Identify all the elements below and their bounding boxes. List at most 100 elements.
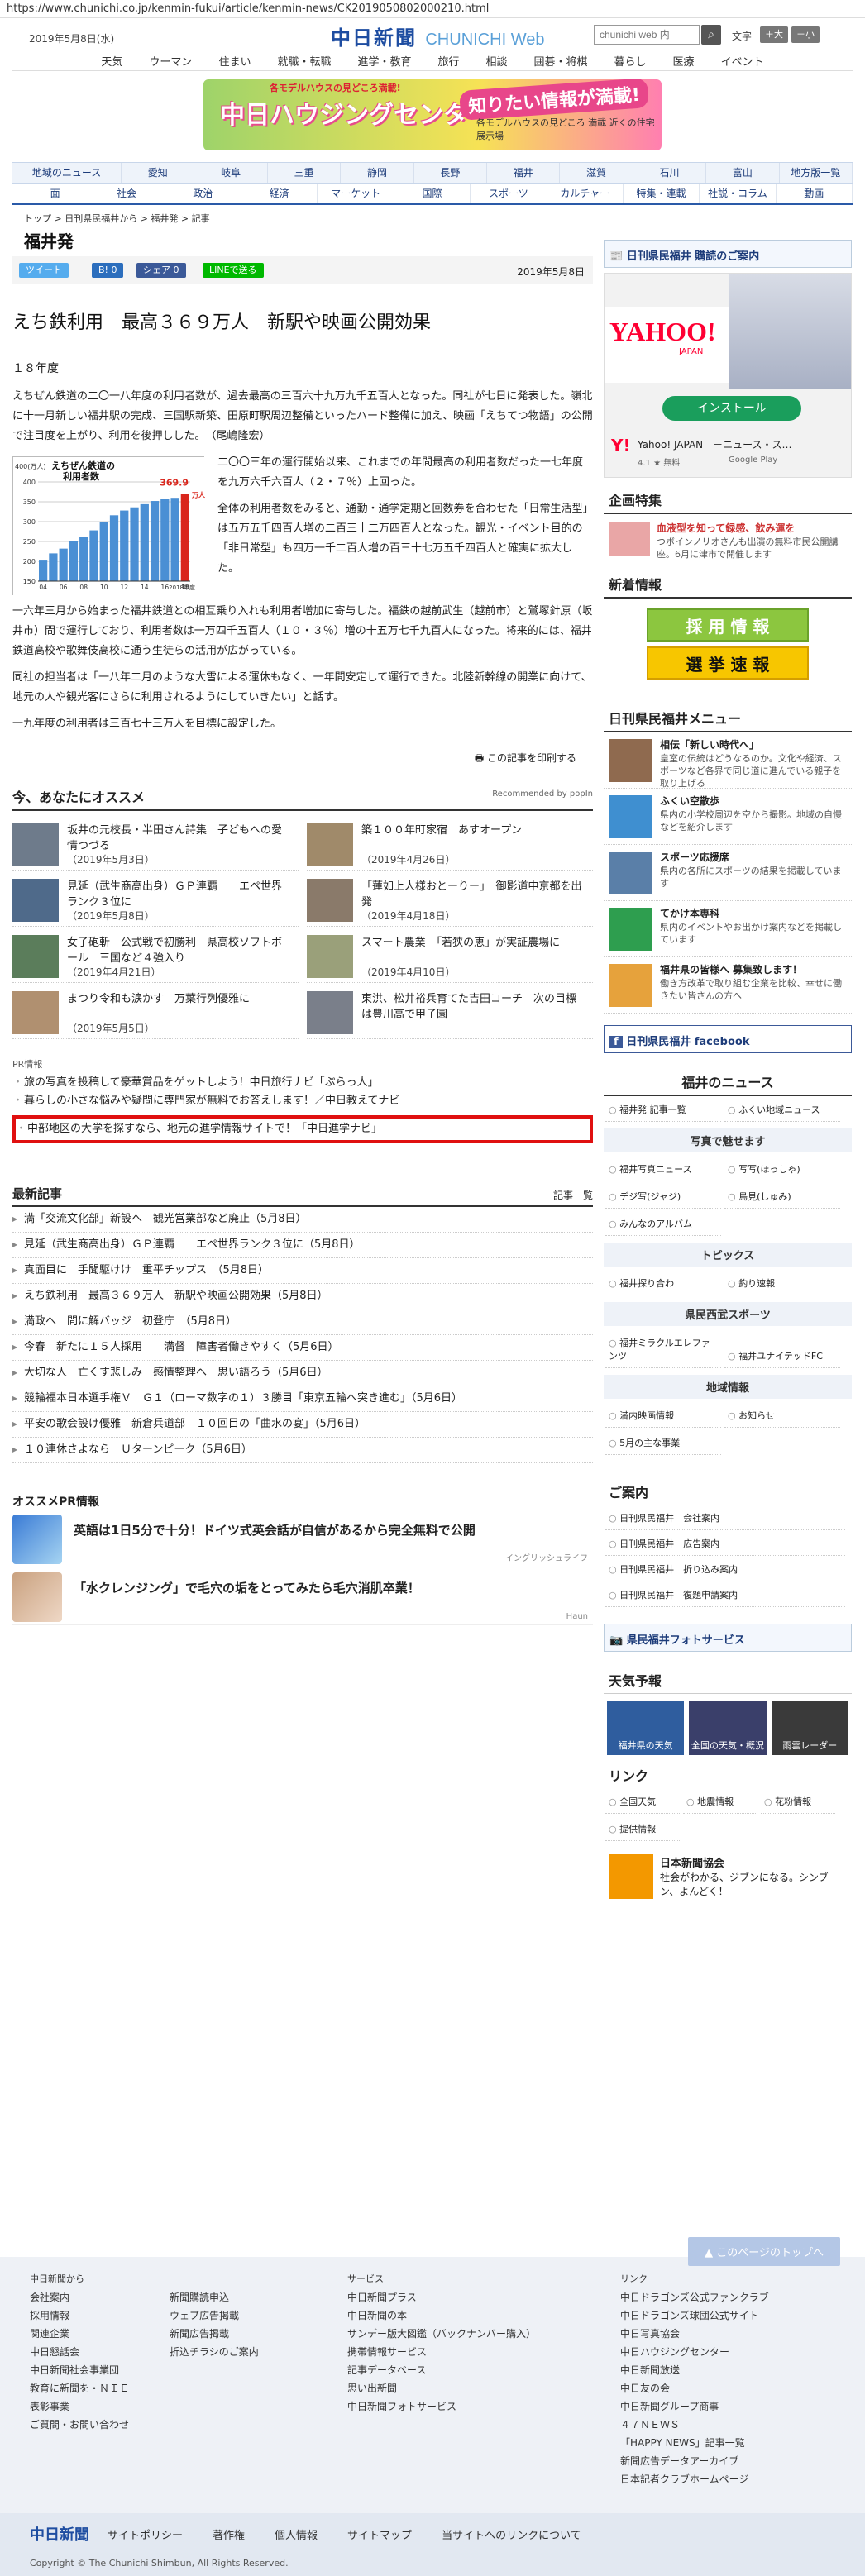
menu-item[interactable]: 相伝「新しい時代へ」 皇室の伝統はどうなるのか。文化や経済、スポーツなど各界で同じ…: [604, 732, 852, 789]
font-small-button[interactable]: －小: [791, 26, 820, 43]
breadcrumb[interactable]: トップ > 日刊県民福井から > 福井発 > 記事: [12, 205, 853, 228]
footer-external-link[interactable]: 中日ドラゴンズ公式ファンクラブ: [620, 2288, 769, 2306]
footer-bottom-link[interactable]: 著作権: [213, 2526, 245, 2542]
recommend-item[interactable]: 築１００年町家宿 あすオープン （2019年4月26日）: [307, 819, 593, 871]
footer-external-link[interactable]: 中日ハウジングセンター: [620, 2343, 769, 2361]
region-nav-item[interactable]: 地方版一覧: [780, 163, 853, 183]
photo-link[interactable]: 鳥見(しゅみ): [724, 1185, 840, 1209]
annai-link[interactable]: 日刊県民福井 復題申請案内: [605, 1583, 845, 1607]
info-link[interactable]: お知らせ: [724, 1404, 840, 1428]
back-to-top-button[interactable]: ▲ このページのトップへ: [688, 2237, 840, 2266]
info-link[interactable]: 満内映画情報: [605, 1404, 721, 1428]
category-nav-item[interactable]: スポーツ: [471, 184, 547, 203]
footer-company-link[interactable]: 会社案内: [30, 2288, 129, 2306]
top-nav-item[interactable]: 住まい: [205, 50, 264, 70]
article-list-link[interactable]: 記事一覧: [553, 1188, 593, 1202]
latest-item[interactable]: 競輪福本日本選手権Ｖ Ｇ１（ローマ数字の１）３勝目「東京五輪へ突き進む」（5月6…: [12, 1386, 593, 1412]
link-item[interactable]: 提供情報: [605, 1817, 680, 1841]
font-large-button[interactable]: ＋大: [760, 26, 788, 43]
footer-bottom-link[interactable]: 当サイトへのリンクについて: [442, 2526, 581, 2542]
latest-item[interactable]: 今春 新たに１５人採用 満督 障害者働きやすく（5月6日）: [12, 1335, 593, 1361]
hatena-button[interactable]: B! 0: [92, 263, 124, 278]
footer-bottom-link[interactable]: サイトポリシー: [108, 2526, 183, 2542]
annai-link[interactable]: 日刊県民福井 折り込み案内: [605, 1558, 845, 1581]
top-nav-item[interactable]: 就職・転職: [264, 50, 344, 70]
footer-external-link[interactable]: 中日新聞放送: [620, 2361, 769, 2379]
top-nav-item[interactable]: 相談: [473, 50, 521, 70]
pr-link-highlighted[interactable]: 中部地区の大学を探すなら、地元の進学情報サイトで！「中日進学ナビ」: [12, 1115, 593, 1143]
footer-ads-link[interactable]: 新聞購読申込: [170, 2288, 259, 2306]
footer-service-link[interactable]: 中日新聞フォトサービス: [347, 2397, 536, 2416]
footer-service-link[interactable]: 中日新聞の本: [347, 2306, 536, 2325]
ad-banner-housing[interactable]: 各モデルハウスの見どころ満載! 中日ハウジングセンター 知りたい情報が満載! 各…: [203, 79, 662, 150]
topics-link[interactable]: 釣り速報: [724, 1271, 840, 1295]
footer-external-link[interactable]: 中日友の会: [620, 2379, 769, 2397]
latest-item[interactable]: 見延（武生商高出身）ＧＰ連覇 エペ世界ランク３位に（5月8日）: [12, 1233, 593, 1258]
photo-link[interactable]: 写写(ほっしゃ): [724, 1157, 840, 1181]
pr-ad[interactable]: 「水クレンジング」で毛穴の垢をとってみたら毛穴消肌卒業！ Haun: [12, 1567, 593, 1625]
recommend-item[interactable]: 坂井の元校長・半田さん詩集 子どもへの愛情つづる （2019年5月3日）: [12, 819, 299, 871]
install-button[interactable]: インストール: [662, 396, 801, 421]
region-nav-item[interactable]: 富山: [706, 163, 780, 183]
link-item[interactable]: 地震情報: [683, 1790, 757, 1814]
photo-link[interactable]: デジ写(ジャジ): [605, 1185, 721, 1209]
annai-link[interactable]: 日刊県民福井 会社案内: [605, 1506, 845, 1530]
menu-item[interactable]: てかけ本専科 県内のイベントやお出かけ案内などを掲載しています: [604, 901, 852, 957]
footer-service-link[interactable]: 思い出新聞: [347, 2379, 536, 2397]
footer-company-link[interactable]: 採用情報: [30, 2306, 129, 2325]
footer-service-link[interactable]: 記事データベース: [347, 2361, 536, 2379]
footer-external-link[interactable]: 中日新聞グループ商事: [620, 2397, 769, 2416]
link-item[interactable]: 花粉情報: [761, 1790, 835, 1814]
weather-tile[interactable]: 福井県の天気: [607, 1701, 685, 1755]
region-nav-item[interactable]: 三重: [268, 163, 342, 183]
fukui-news-link[interactable]: ふくい地域ニュース: [724, 1098, 840, 1122]
category-nav-item[interactable]: 社会: [88, 184, 165, 203]
pr-link[interactable]: 旅の写真を投稿して豪華賞品をゲットしよう！中日旅行ナビ「ぷらっ人」: [12, 1074, 593, 1092]
footer-bottom-link[interactable]: 個人情報: [275, 2526, 318, 2542]
latest-item[interactable]: えち鉄利用 最高３６９万人 新駅や映画公開効果（5月8日）: [12, 1284, 593, 1309]
latest-item[interactable]: 大切な人 亡くす悲しみ 感情整理へ 思い語ろう（5月6日）: [12, 1361, 593, 1386]
footer-service-link[interactable]: 携帯情報サービス: [347, 2343, 536, 2361]
saiyou-banner[interactable]: 採 用 情 報: [647, 608, 809, 642]
sports-link[interactable]: 福井ミラクルエレファンツ: [605, 1331, 721, 1368]
footer-company-link[interactable]: 中日懇話会: [30, 2343, 129, 2361]
footer-external-link[interactable]: ４７ＮＥＷＳ: [620, 2416, 769, 2434]
recommend-item[interactable]: 東洪、松井裕兵育てた吉田コーチ 次の目標は豊川高で甲子園: [307, 988, 593, 1039]
footer-ads-link[interactable]: 新聞広告掲載: [170, 2325, 259, 2343]
region-nav-item[interactable]: 長野: [414, 163, 488, 183]
yahoo-app-ad[interactable]: YAHOO! JAPAN インストール Y! Yahoo! JAPAN －ニュー…: [604, 273, 852, 478]
footer-external-link[interactable]: 日本記者クラブホームページ: [620, 2470, 769, 2488]
weather-tile[interactable]: 全国の天気・概況: [689, 1701, 767, 1755]
category-nav-item[interactable]: 一面: [12, 184, 89, 203]
footer-company-link[interactable]: 教育に新聞を・ＮＩＥ: [30, 2379, 129, 2397]
pr-ad[interactable]: 英語は1日5分で十分！ドイツ式英会話が自信があるから完全無料で公開 イングリッシ…: [12, 1510, 593, 1567]
category-nav-item[interactable]: 特集・連載: [624, 184, 700, 203]
category-nav-item[interactable]: マーケット: [318, 184, 394, 203]
latest-item[interactable]: １０連休さよなら Ｕターンピーク（5月6日）: [12, 1438, 593, 1463]
weather-tile[interactable]: 雨雲レーダー: [771, 1701, 848, 1755]
kikaku-item[interactable]: 血液型を知って録感、飲み運を つボインノリオさんも出演の無料市民公開講座。6月に…: [604, 514, 852, 565]
category-nav-item[interactable]: 政治: [165, 184, 242, 203]
top-nav-item[interactable]: 医療: [660, 50, 708, 70]
photo-link[interactable]: みんなのアルバム: [605, 1212, 721, 1236]
category-nav-item[interactable]: 動画: [777, 184, 853, 203]
top-nav-item[interactable]: 天気: [88, 50, 136, 70]
senkyo-banner[interactable]: 選 挙 速 報: [647, 646, 809, 680]
address-bar[interactable]: https://www.chunichi.co.jp/kenmin-fukui/…: [0, 0, 865, 18]
latest-item[interactable]: 真面目に 手聞駆けけ 重平チップス （5月8日）: [12, 1258, 593, 1284]
footer-external-link[interactable]: 中日写真協会: [620, 2325, 769, 2343]
line-share-button[interactable]: LINEで送る: [203, 263, 264, 278]
footer-company-link[interactable]: ご質問・お問い合わせ: [30, 2416, 129, 2434]
recommend-item[interactable]: 見延（武生商高出身）ＧＰ連覇 エペ世界ランク３位に （2019年5月8日）: [12, 875, 299, 927]
photo-service-link[interactable]: 📷 県民福井フォトサービス: [604, 1624, 852, 1652]
recommend-item[interactable]: 女子砲斬 公式戦で初勝利 県高校ソフトボール 三国など４強入り （2019年4月2…: [12, 932, 299, 983]
photo-link[interactable]: 福井写真ニュース: [605, 1157, 721, 1181]
latest-item[interactable]: 平安の歌会設け優雅 新倉兵道部 １０回目の「曲水の宴」（5月6日）: [12, 1412, 593, 1438]
region-nav-item[interactable]: 石川: [633, 163, 707, 183]
menu-item[interactable]: 福井県の皆様へ 募集致します！ 働き方改革で取り組む企業を比較、幸せに働きたい皆さ…: [604, 957, 852, 1014]
menu-item[interactable]: スポーツ応援席 県内の各所にスポーツの結果を掲載しています: [604, 845, 852, 901]
region-nav-item[interactable]: 愛知: [122, 163, 195, 183]
footer-ads-link[interactable]: ウェブ広告掲載: [170, 2306, 259, 2325]
footer-company-link[interactable]: 関連企業: [30, 2325, 129, 2343]
region-nav-item[interactable]: 静岡: [341, 163, 414, 183]
